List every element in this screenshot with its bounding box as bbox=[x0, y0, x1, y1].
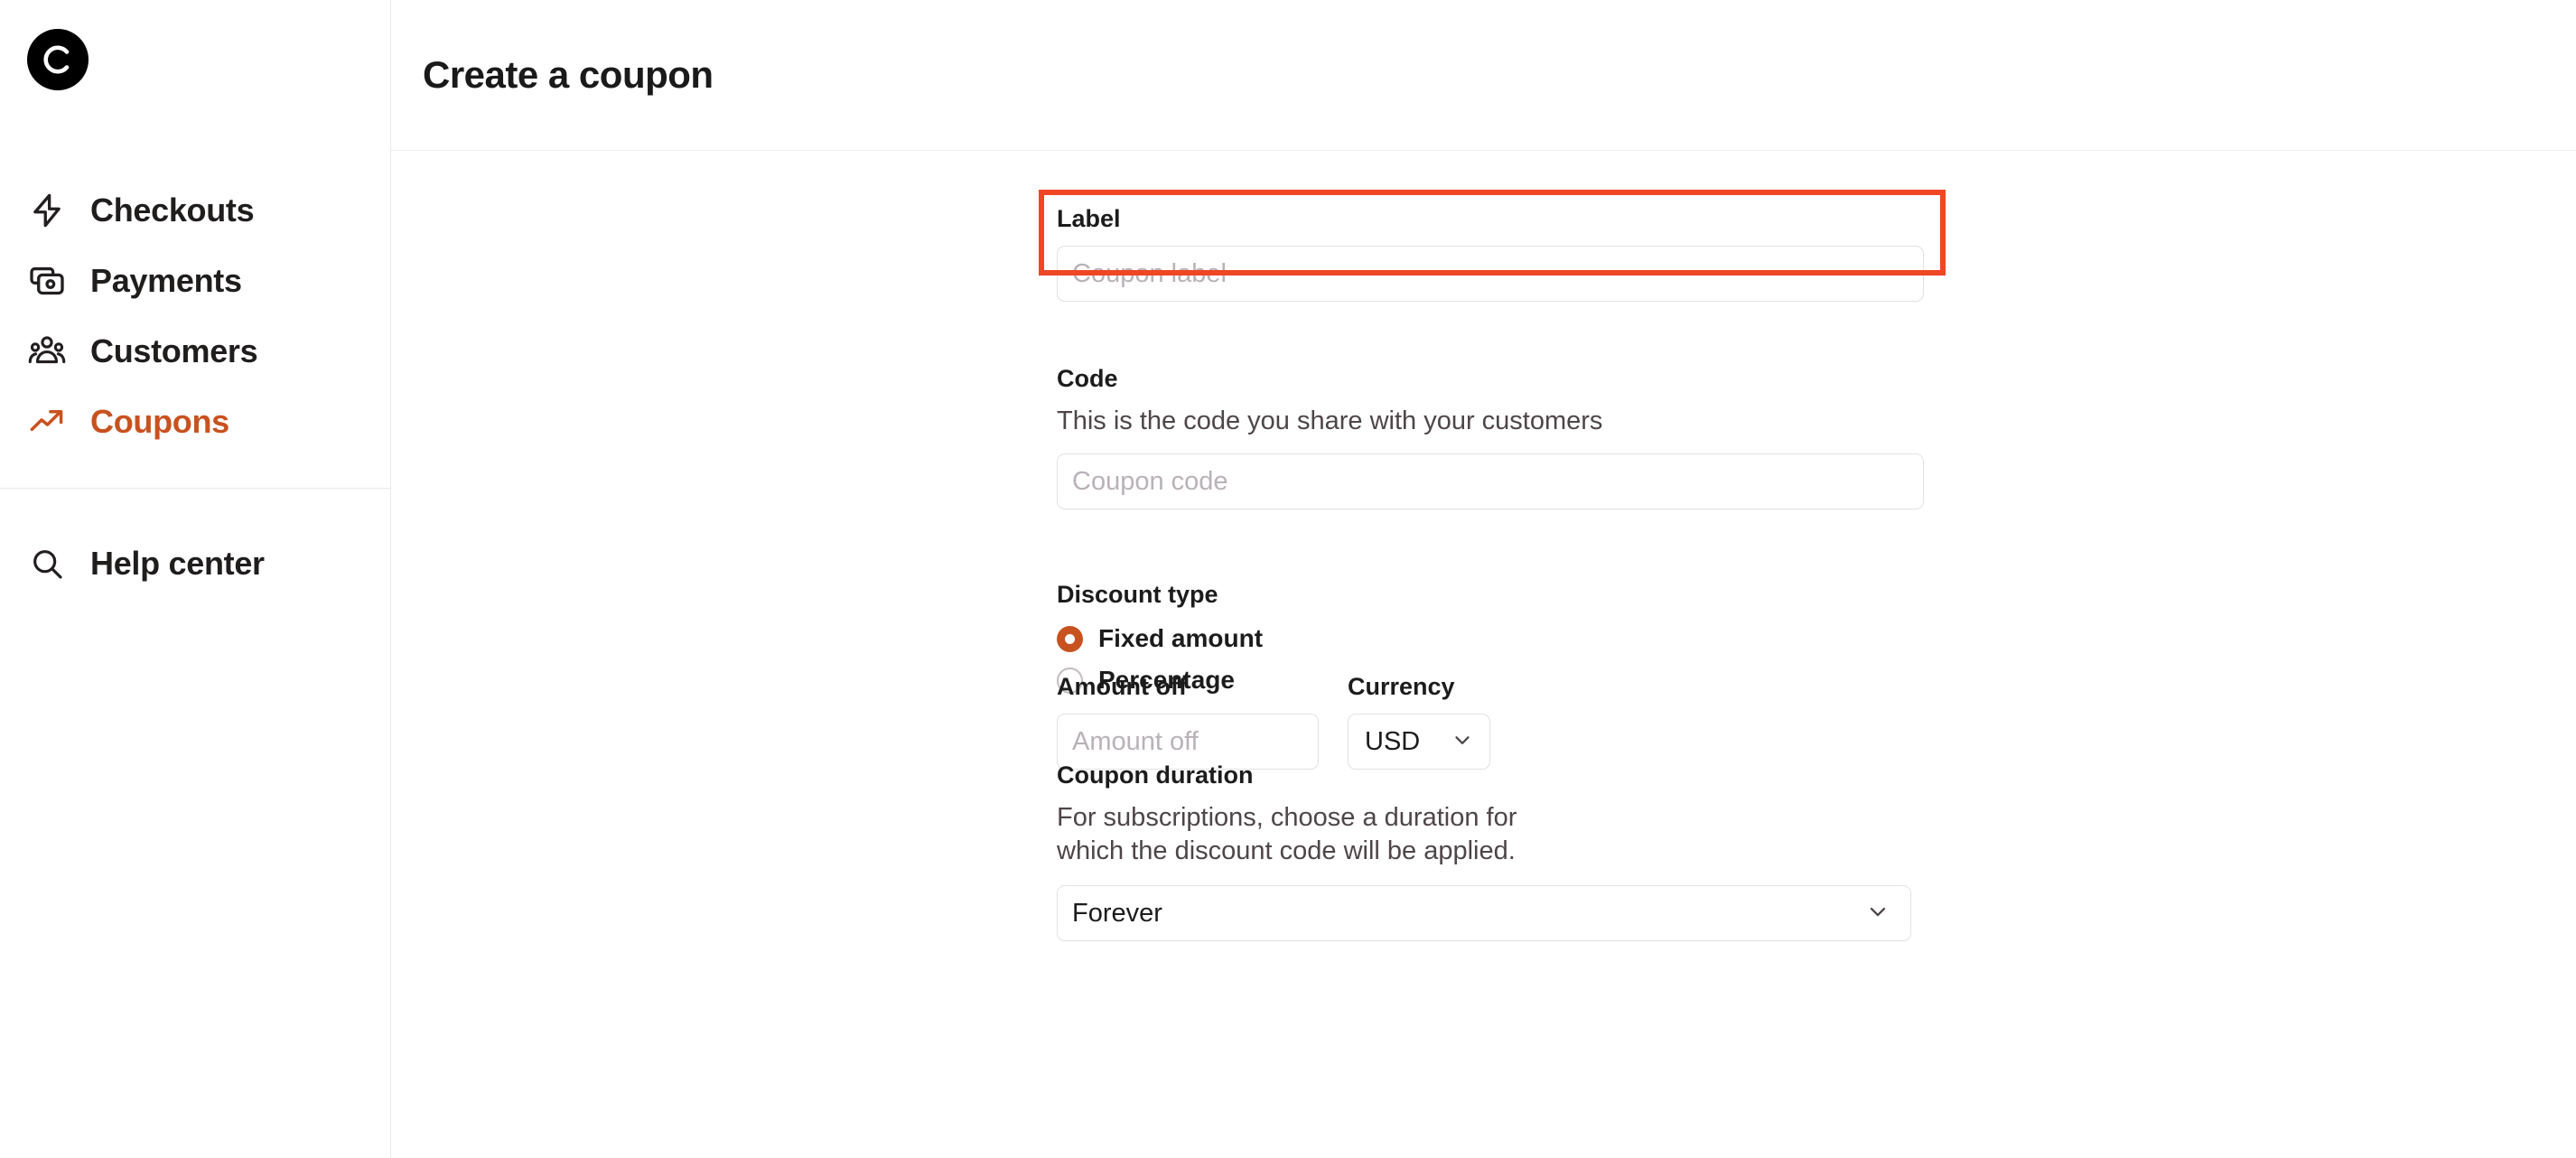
coupon-duration-select-value: Forever bbox=[1072, 898, 1162, 928]
coupon-duration-title: Coupon duration bbox=[1057, 761, 1254, 789]
sidebar-item-label: Checkouts bbox=[90, 191, 255, 229]
circle-c-logo[interactable] bbox=[27, 29, 89, 90]
coupon-duration-select[interactable]: Forever bbox=[1057, 885, 1911, 942]
label-field-title: Label bbox=[1057, 205, 1121, 232]
trending-up-icon bbox=[27, 402, 67, 442]
code-field-group: Code This is the code you share with you… bbox=[1057, 365, 1924, 510]
logo-container bbox=[0, 0, 390, 135]
chevron-down-icon bbox=[1451, 728, 1474, 756]
app-root: Checkouts Payments Customers Coupons Hel… bbox=[0, 0, 2576, 1158]
coupon-code-input[interactable] bbox=[1057, 453, 1924, 510]
page-title: Create a coupon bbox=[423, 53, 714, 96]
amount-off-group: Amount off bbox=[1057, 675, 1319, 770]
sidebar-item-label: Customers bbox=[90, 332, 258, 369]
sidebar: Checkouts Payments Customers Coupons Hel… bbox=[0, 0, 391, 1158]
sidebar-item-label: Payments bbox=[90, 262, 242, 299]
currency-select[interactable]: USD bbox=[1348, 714, 1490, 770]
coupon-duration-description: For subscriptions, choose a duration for… bbox=[1057, 803, 1517, 866]
primary-nav: Checkouts Payments Customers Coupons bbox=[0, 135, 390, 457]
search-icon bbox=[27, 544, 67, 584]
credit-cards-icon bbox=[27, 261, 67, 301]
label-field-group: Label bbox=[1057, 207, 1924, 302]
radio-label-fixed-amount: Fixed amount bbox=[1098, 624, 1264, 652]
currency-select-value: USD bbox=[1365, 726, 1421, 756]
amount-currency-row: Amount off Currency USD bbox=[1057, 675, 1490, 770]
secondary-nav: Help center bbox=[0, 489, 390, 599]
sidebar-item-checkouts[interactable]: Checkouts bbox=[0, 175, 390, 246]
amount-off-title: Amount off bbox=[1057, 673, 1187, 700]
coupon-label-input[interactable] bbox=[1057, 246, 1924, 302]
sidebar-item-customers[interactable]: Customers bbox=[0, 316, 390, 387]
currency-title: Currency bbox=[1348, 673, 1455, 700]
discount-type-title: Discount type bbox=[1057, 581, 1218, 608]
sidebar-item-coupons[interactable]: Coupons bbox=[0, 387, 390, 457]
people-group-icon bbox=[27, 332, 67, 371]
lightning-bolt-icon bbox=[27, 191, 67, 230]
code-field-description: This is the code you share with your cus… bbox=[1057, 406, 1603, 435]
page-header: Create a coupon bbox=[391, 0, 2576, 151]
currency-group: Currency USD bbox=[1348, 675, 1490, 770]
radio-indicator-fixed-amount[interactable] bbox=[1057, 625, 1083, 652]
sidebar-item-help-center[interactable]: Help center bbox=[0, 528, 390, 599]
main-area: Create a coupon Label Code This is the c… bbox=[391, 0, 2576, 1158]
code-field-title: Code bbox=[1057, 365, 1118, 392]
chevron-down-icon bbox=[1865, 899, 1890, 929]
sidebar-item-label: Help center bbox=[90, 545, 265, 582]
radio-option-fixed-amount[interactable]: Fixed amount bbox=[1057, 618, 1263, 659]
coupon-form: Label Code This is the code you share wi… bbox=[391, 151, 2576, 1158]
sidebar-item-label: Coupons bbox=[90, 403, 229, 440]
sidebar-item-payments[interactable]: Payments bbox=[0, 246, 390, 316]
coupon-duration-group: Coupon duration For subscriptions, choos… bbox=[1057, 761, 1924, 942]
